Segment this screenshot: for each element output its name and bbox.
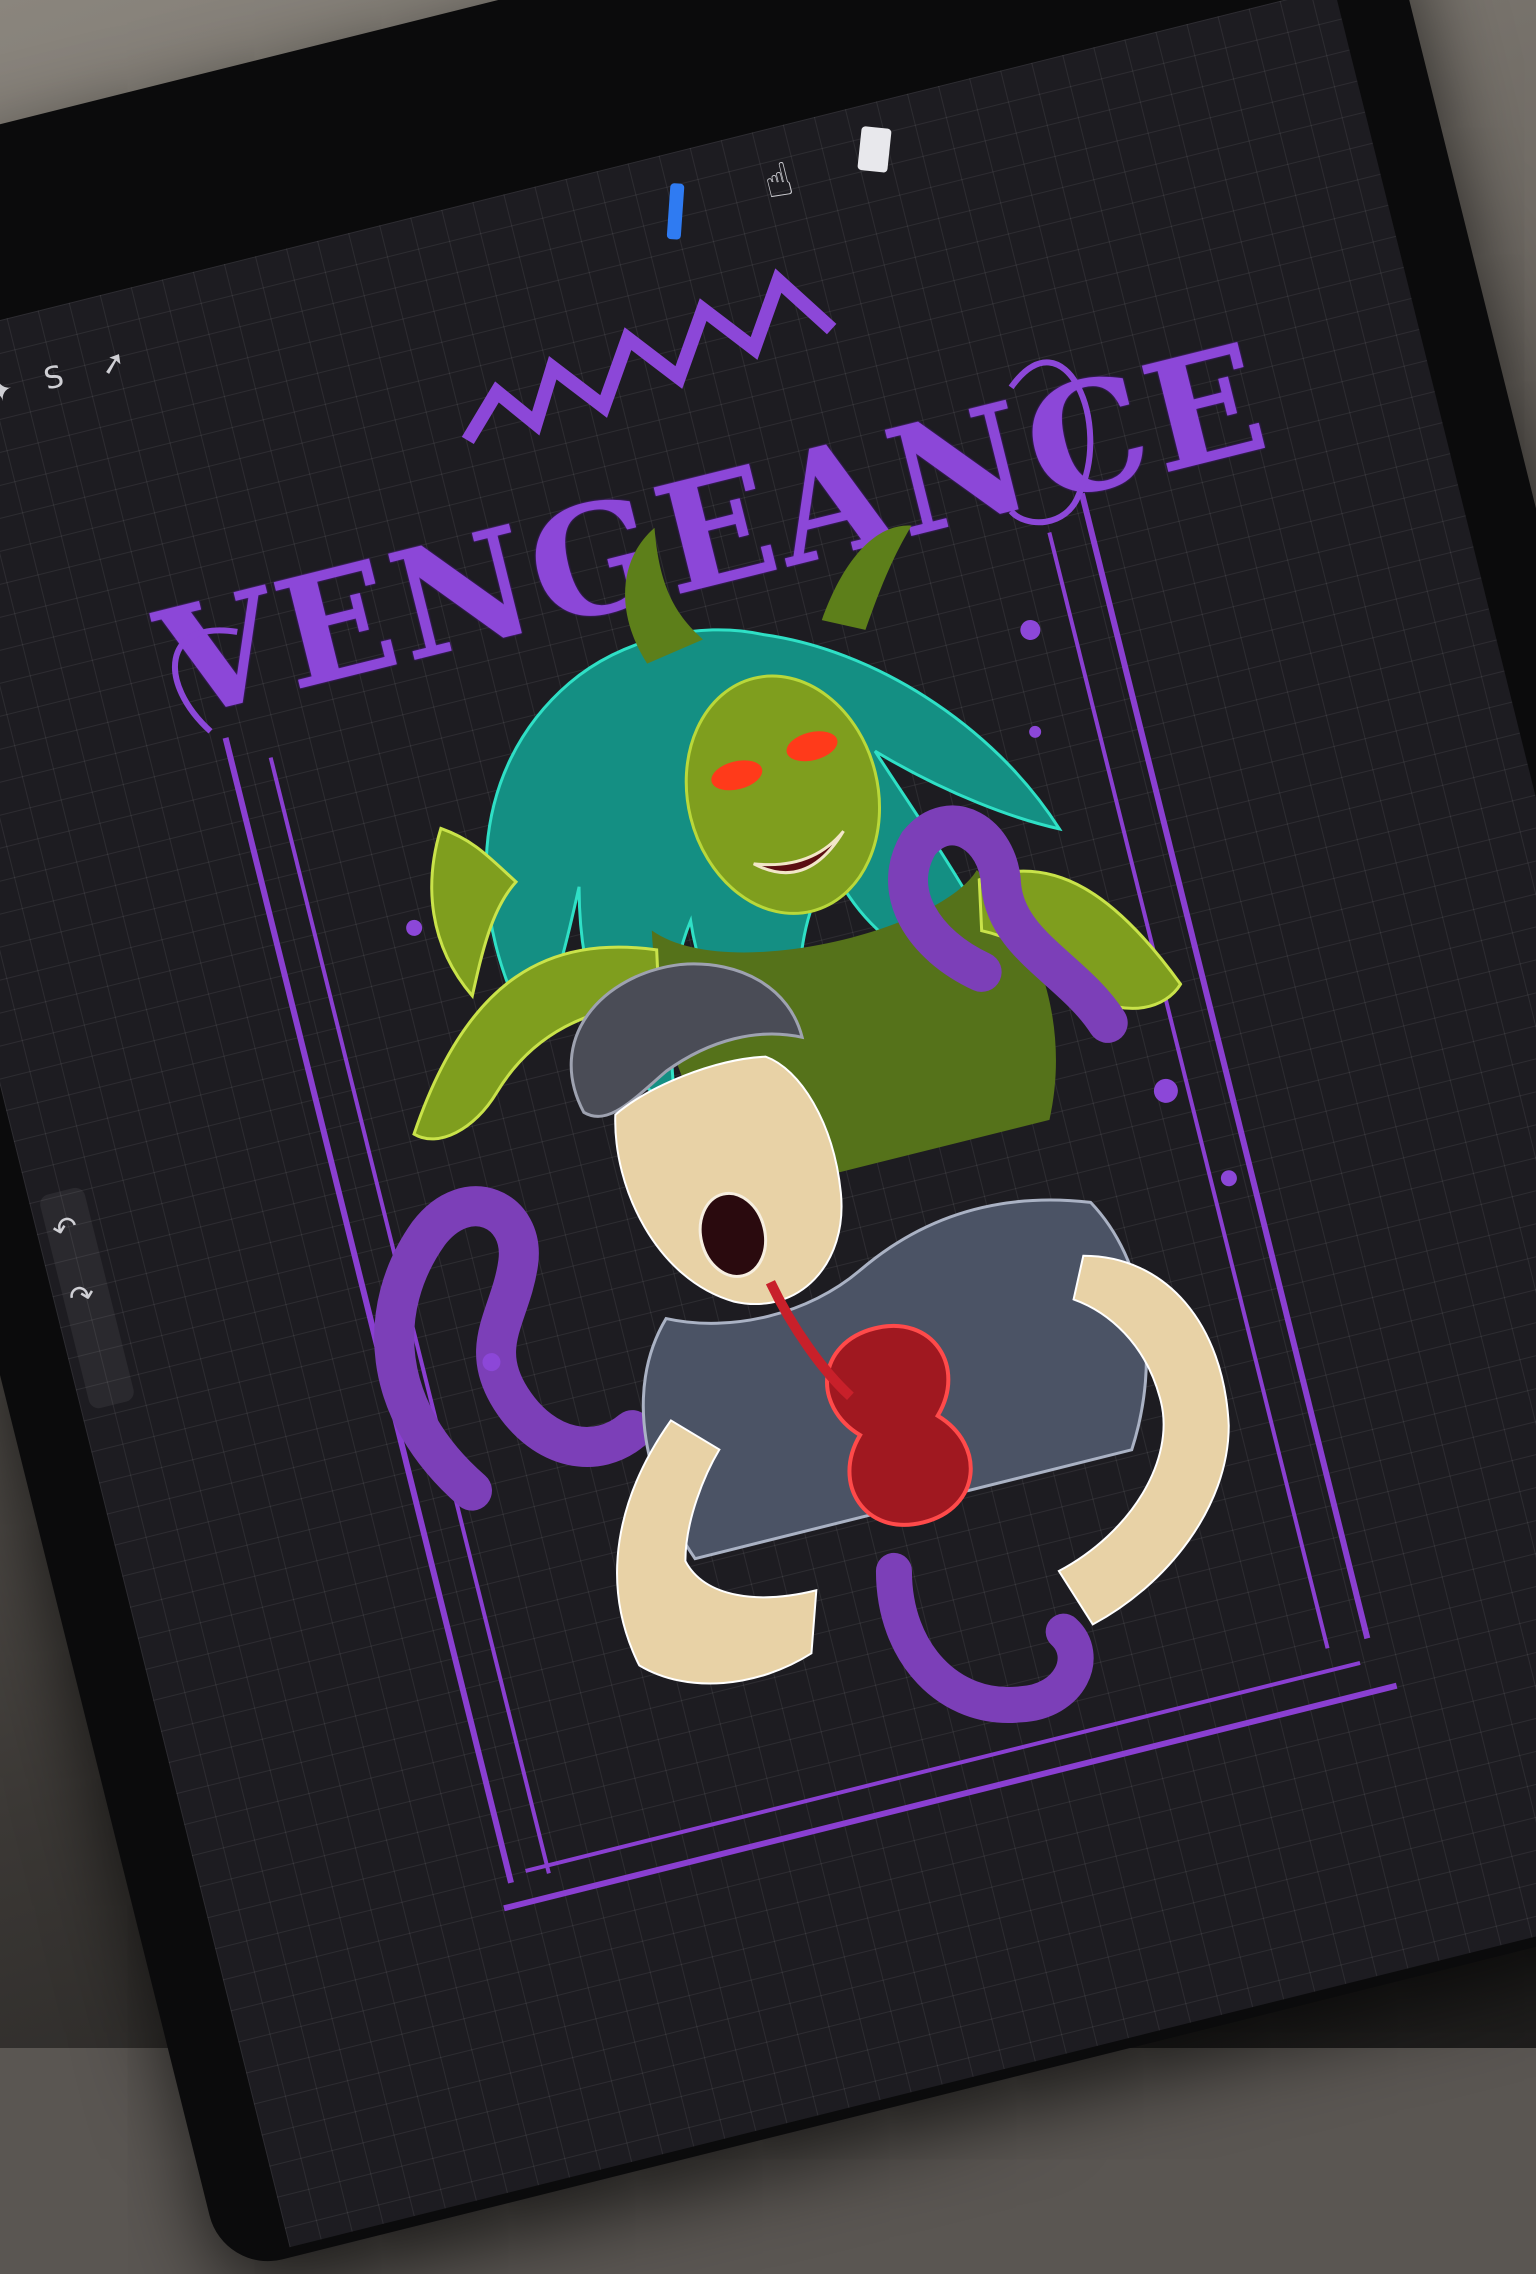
witch-horn-right: [821, 525, 912, 630]
tablet-device: ⚙ ✦ S ➚ ☝ ↶ ↷ VENGEANCE: [0, 0, 1536, 2274]
magic-wand-icon[interactable]: ✦: [0, 371, 17, 411]
smudge-icon[interactable]: ☝: [758, 151, 798, 210]
witch-horn-left: [625, 527, 703, 664]
canvas-screen: ⚙ ✦ S ➚ ☝ ↶ ↷ VENGEANCE: [0, 0, 1536, 2248]
transform-cursor-icon[interactable]: ➚: [97, 343, 130, 383]
eraser-icon[interactable]: [857, 125, 892, 173]
splatter-dot: [1029, 725, 1042, 738]
tentacle-left: [374, 1186, 653, 1511]
selection-icon[interactable]: S: [41, 359, 68, 398]
brush-icon[interactable]: [666, 182, 685, 240]
top-crown-shards: [461, 268, 837, 445]
tentacle-bottom: [875, 1552, 1094, 1723]
splatter-dot: [406, 919, 423, 936]
splatter-dot: [1153, 1078, 1178, 1103]
splatter-dot: [1220, 1170, 1237, 1187]
splatter-dot: [1020, 619, 1041, 640]
artwork-canvas[interactable]: VENGEANCE: [75, 184, 1462, 1949]
